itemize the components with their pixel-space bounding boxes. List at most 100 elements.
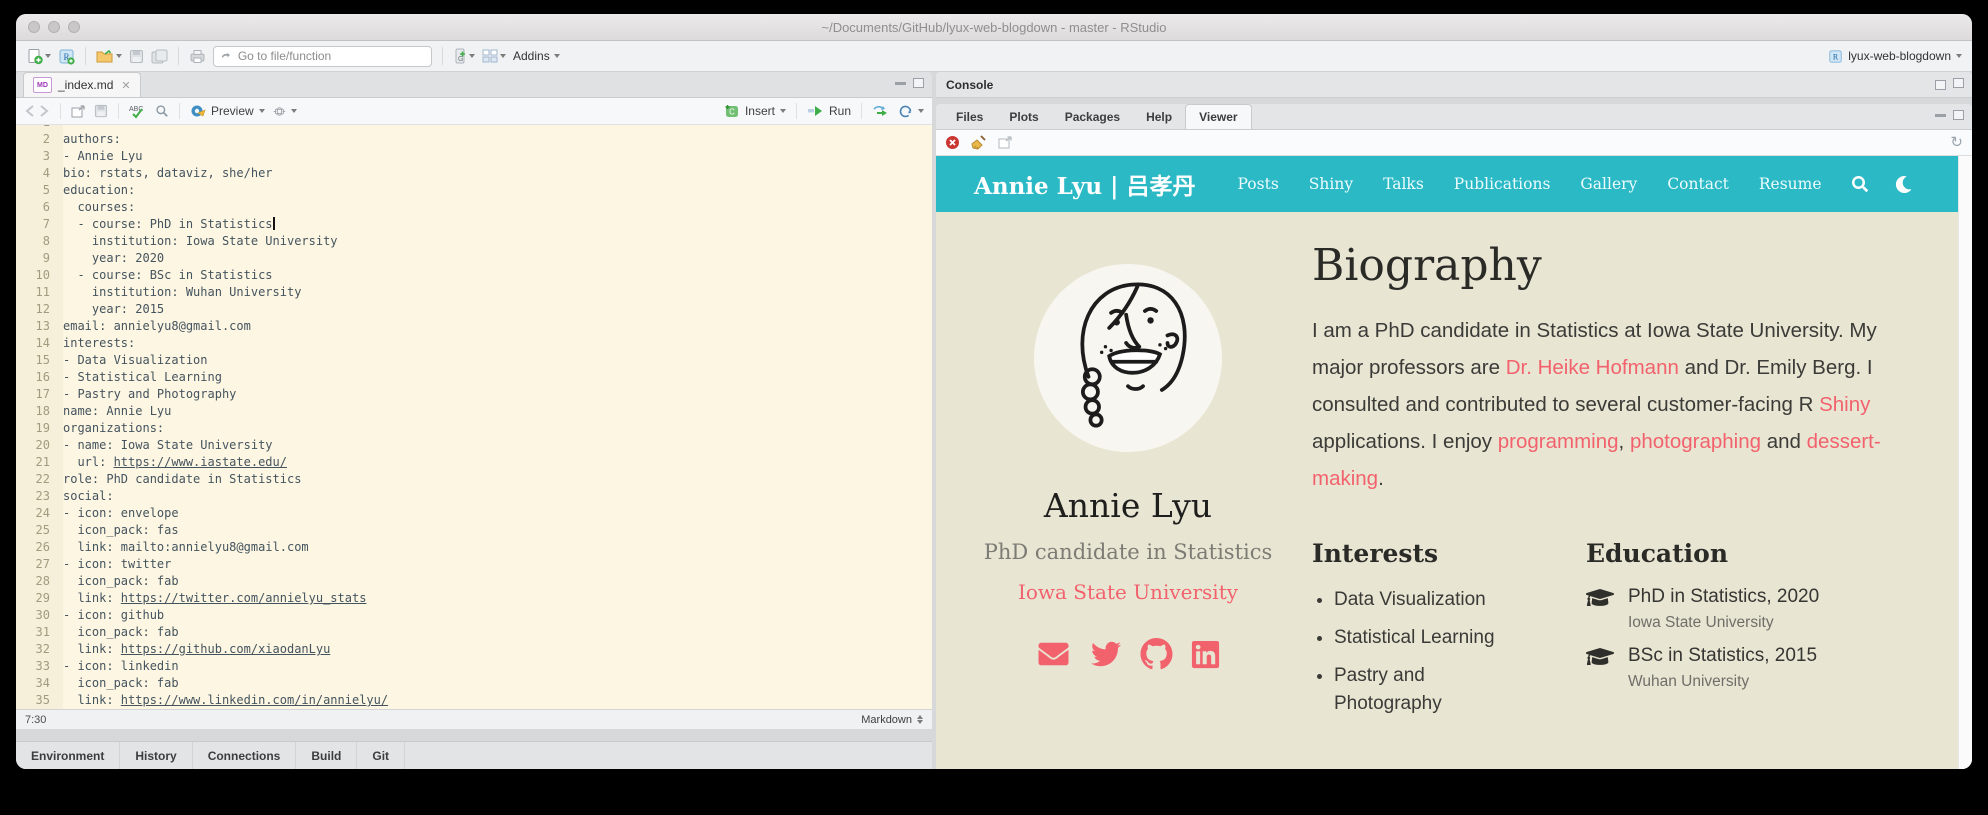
save-button[interactable] (129, 49, 144, 64)
tab-viewer[interactable]: Viewer (1185, 104, 1252, 129)
run-button[interactable]: Run (807, 104, 851, 118)
code-line: 26 link: mailto:annielyu8@gmail.com (16, 539, 932, 556)
nav-link[interactable]: Shiny (1309, 175, 1353, 193)
goto-file-search[interactable] (213, 45, 432, 67)
console-maximize-icon[interactable] (1953, 78, 1964, 88)
search-icon[interactable] (1852, 176, 1868, 192)
profile-name: Annie Lyu (1043, 486, 1213, 525)
settings-dropdown-icon[interactable] (290, 109, 297, 113)
knit-settings-button[interactable] (272, 105, 297, 118)
goto-file-input[interactable] (235, 48, 425, 64)
code-line: 9 year: 2020 (16, 250, 932, 267)
nav-link[interactable]: Resume (1759, 175, 1822, 193)
nav-link[interactable]: Posts (1238, 175, 1279, 193)
preview-button[interactable]: Preview (190, 104, 265, 118)
tab-files[interactable]: Files (943, 104, 996, 129)
spellcheck-icon[interactable]: ABC (129, 104, 147, 119)
print-button[interactable] (189, 49, 206, 64)
line-number: 23 (35, 489, 50, 503)
titlebar: ~/Documents/GitHub/lyux-web-blogdown - m… (16, 14, 1972, 41)
line-number: 8 (42, 234, 50, 248)
source-dropdown-icon[interactable] (918, 109, 924, 113)
tab-help[interactable]: Help (1133, 104, 1185, 129)
console-pane-header[interactable]: Console (936, 72, 1972, 98)
linkedin-icon[interactable] (1190, 639, 1221, 670)
code-line: 30 - icon: github (16, 607, 932, 624)
photographing-link[interactable]: photographing (1630, 430, 1761, 453)
panes-dropdown-icon[interactable] (500, 54, 506, 58)
maximize-pane-icon[interactable] (913, 78, 924, 88)
back-forward-icons[interactable] (24, 105, 50, 117)
code-line: 15 - Data Visualization (16, 352, 932, 369)
github-icon[interactable] (1140, 638, 1173, 670)
nav-link[interactable]: Talks (1383, 175, 1424, 193)
profile-organization-link[interactable]: Iowa State University (1018, 580, 1238, 604)
workspace-panes-button[interactable] (482, 49, 506, 63)
insert-chunk-button[interactable]: C Insert (724, 104, 786, 118)
project-selector[interactable]: R lyux-web-blogdown (1828, 49, 1962, 64)
minimize-window-button[interactable] (48, 21, 60, 33)
bottom-pane-tab[interactable]: Git (357, 742, 406, 769)
version-control-button[interactable]: G (453, 48, 475, 64)
find-replace-icon[interactable] (155, 104, 169, 118)
file-type-selector[interactable]: Markdown (861, 714, 923, 726)
bottom-pane-tab[interactable]: Environment (16, 742, 121, 769)
rstudio-window: ~/Documents/GitHub/lyux-web-blogdown - m… (16, 14, 1972, 769)
viewer-scrollbar[interactable] (1958, 156, 1972, 769)
close-window-button[interactable] (28, 21, 40, 33)
envelope-icon[interactable] (1035, 639, 1072, 669)
nav-link[interactable]: Gallery (1580, 175, 1637, 193)
code-editor[interactable]: 1 2 authors: 3 - Annie Lyu 4 bio: rstats… (16, 125, 932, 709)
dark-mode-moon-icon[interactable] (1895, 175, 1912, 193)
hofmann-link[interactable]: Dr. Heike Hofmann (1506, 356, 1679, 379)
code-line: 7 - course: PhD in Statistics1 (16, 216, 932, 233)
interest-item: Data Visualization (1334, 586, 1534, 614)
site-brand[interactable]: Annie Lyu | 吕孝丹 (974, 167, 1196, 201)
new-project-button[interactable]: R (58, 48, 75, 65)
line-number: 14 (35, 336, 50, 350)
code-line: 4 bio: rstats, dataviz, she/her (16, 165, 932, 182)
shiny-link[interactable]: Shiny (1819, 393, 1870, 416)
clear-all-broom-icon[interactable] (971, 134, 987, 151)
bottom-pane-tab[interactable]: History (120, 742, 193, 769)
viewer-refresh-icon[interactable]: ↻ (1950, 135, 1963, 150)
interest-item: Pastry and Photography (1334, 662, 1534, 718)
code-line: 19 organizations: (16, 420, 932, 437)
rerun-icon[interactable] (872, 105, 890, 118)
close-tab-icon[interactable]: ✕ (121, 79, 130, 92)
nav-link[interactable]: Publications (1454, 175, 1551, 193)
open-file-button[interactable] (96, 49, 122, 64)
minimize-pane-icon[interactable] (895, 78, 906, 88)
save-all-button[interactable] (151, 49, 168, 64)
site-body: Annie Lyu PhD candidate in Statistics Io… (936, 212, 1972, 769)
zoom-window-button[interactable] (68, 21, 80, 33)
open-file-dropdown-icon[interactable] (116, 54, 122, 58)
viewer-popout-icon[interactable] (998, 136, 1013, 149)
files-minimize-icon[interactable] (1935, 110, 1946, 120)
popout-editor-icon[interactable] (71, 104, 86, 118)
file-type-updown-icon (917, 715, 923, 724)
addins-menu[interactable]: Addins (513, 49, 560, 63)
version-control-dropdown-icon[interactable] (469, 54, 475, 58)
console-restore-icon[interactable] (1935, 80, 1946, 90)
nav-link[interactable]: Contact (1667, 175, 1729, 193)
editor-tab-index-md[interactable]: MD _index.md ✕ (23, 72, 141, 97)
new-file-dropdown-icon[interactable] (45, 54, 51, 58)
tab-plots[interactable]: Plots (996, 104, 1051, 129)
programming-link[interactable]: programming (1498, 430, 1619, 453)
tab-packages[interactable]: Packages (1052, 104, 1133, 129)
interest-item: Statistical Learning (1334, 624, 1534, 652)
insert-dropdown-icon[interactable] (779, 109, 786, 113)
source-button[interactable] (898, 104, 924, 119)
line-number: 30 (35, 608, 50, 622)
remove-viewer-item-icon[interactable] (945, 135, 960, 150)
school-text: Iowa State University (1628, 613, 1774, 631)
code-line: 22 role: PhD candidate in Statistics (16, 471, 932, 488)
preview-dropdown-icon[interactable] (258, 109, 265, 113)
bottom-pane-tab[interactable]: Build (296, 742, 358, 769)
new-file-button[interactable] (26, 48, 51, 65)
save-file-icon[interactable] (94, 104, 108, 118)
twitter-icon[interactable] (1089, 639, 1123, 669)
bottom-pane-tab[interactable]: Connections (193, 742, 297, 769)
files-maximize-icon[interactable] (1953, 110, 1964, 120)
